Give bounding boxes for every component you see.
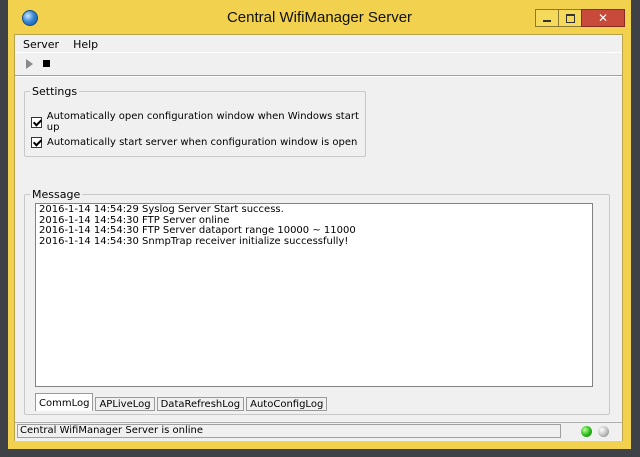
title-bar[interactable]: Central WifiManager Server ✕ — [8, 0, 631, 34]
start-server-play-icon[interactable] — [26, 59, 33, 69]
minimize-icon — [543, 20, 551, 22]
log-line: 2016-1-14 14:54:30 FTP Server dataport r… — [39, 225, 356, 236]
maximize-icon — [565, 13, 575, 23]
tab-autoconfiglog[interactable]: AutoConfigLog — [246, 397, 328, 411]
auto-start-label: Automatically start server when configur… — [47, 137, 358, 148]
toolbar-divider — [15, 75, 622, 77]
log-textbox[interactable]: 2016-1-14 14:54:29 Syslog Server Start s… — [35, 203, 593, 387]
maximize-button[interactable] — [558, 9, 582, 27]
message-legend: Message — [32, 188, 81, 201]
log-line: 2016-1-14 14:54:30 SnmpTrap receiver ini… — [39, 235, 349, 247]
log-tabs: CommLog APLiveLog DataRefreshLog AutoCon… — [35, 391, 329, 411]
auto-open-label: Automatically open configuration window … — [46, 111, 359, 133]
log-line: 2016-1-14 14:54:29 Syslog Server Start s… — [39, 204, 284, 215]
settings-legend: Settings — [32, 85, 78, 98]
auto-open-checkbox[interactable] — [31, 116, 42, 128]
stop-server-stop-icon[interactable] — [43, 60, 50, 67]
status-bar: Central WifiManager Server is online — [15, 422, 622, 441]
status-text: Central WifiManager Server is online — [17, 424, 561, 438]
toolbar — [15, 53, 622, 75]
online-indicator-icon — [581, 426, 592, 437]
tab-aplivelog[interactable]: APLiveLog — [95, 397, 155, 411]
app-window: Central WifiManager Server ✕ Server Help… — [8, 0, 631, 449]
close-button[interactable]: ✕ — [581, 9, 625, 27]
menu-server[interactable]: Server — [15, 38, 66, 51]
auto-start-checkbox[interactable] — [31, 137, 42, 148]
client-area: Server Help Settings Automatically open … — [14, 34, 623, 441]
menu-bar: Server Help — [15, 35, 622, 53]
idle-indicator-icon — [598, 426, 609, 437]
tab-commlog[interactable]: CommLog — [35, 393, 94, 411]
close-icon: ✕ — [597, 11, 609, 25]
menu-help[interactable]: Help — [66, 38, 105, 51]
tab-datarefreshlog[interactable]: DataRefreshLog — [156, 397, 245, 411]
auto-start-option[interactable]: Automatically start server when configur… — [31, 137, 357, 148]
auto-open-option[interactable]: Automatically open configuration window … — [31, 111, 365, 133]
minimize-button[interactable] — [535, 9, 559, 27]
settings-group: Settings Automatically open configuratio… — [24, 85, 366, 157]
